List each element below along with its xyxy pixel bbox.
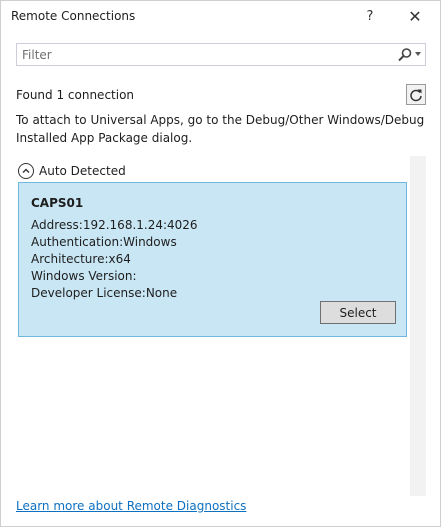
select-button[interactable]: Select bbox=[320, 301, 396, 324]
vertical-scrollbar[interactable] bbox=[410, 156, 426, 496]
connection-name: CAPS01 bbox=[31, 196, 84, 210]
window-title: Remote Connections bbox=[11, 9, 136, 23]
connection-authentication: Authentication:Windows bbox=[31, 235, 177, 249]
close-button[interactable]: ✕ bbox=[403, 4, 427, 28]
search-options-chevron-down-icon[interactable] bbox=[415, 52, 421, 56]
universal-apps-info-text: To attach to Universal Apps, go to the D… bbox=[16, 113, 425, 145]
filter-search-box bbox=[16, 43, 426, 66]
group-label: Auto Detected bbox=[39, 164, 126, 178]
title-bar: Remote Connections ? ✕ bbox=[1, 1, 440, 31]
group-header-auto-detected[interactable]: Auto Detected bbox=[18, 162, 126, 180]
connection-architecture: Architecture:x64 bbox=[31, 252, 131, 266]
collapse-chevron-up-icon[interactable] bbox=[18, 163, 34, 179]
learn-more-link[interactable]: Learn more about Remote Diagnostics bbox=[16, 499, 246, 513]
help-button[interactable]: ? bbox=[358, 4, 382, 28]
refresh-button[interactable] bbox=[406, 84, 426, 105]
connection-card[interactable]: CAPS01 Address:192.168.1.24:4026 Authent… bbox=[18, 182, 407, 337]
connection-address: Address:192.168.1.24:4026 bbox=[31, 218, 198, 232]
refresh-icon bbox=[410, 89, 422, 101]
search-icon[interactable] bbox=[397, 47, 413, 63]
connection-developer-license: Developer License:None bbox=[31, 286, 178, 300]
filter-input[interactable] bbox=[17, 44, 387, 65]
connection-windows-version: Windows Version: bbox=[31, 269, 137, 283]
found-connections-text: Found 1 connection bbox=[16, 88, 135, 102]
remote-connections-dialog: Remote Connections ? ✕ Found 1 connectio… bbox=[0, 0, 441, 527]
